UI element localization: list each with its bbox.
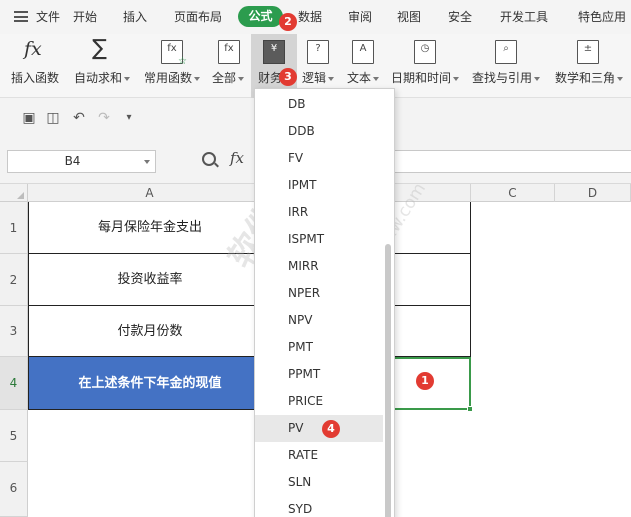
menu-item-price[interactable]: PRICE — [255, 388, 383, 415]
column-header-d[interactable]: D — [555, 184, 631, 202]
row-header-3[interactable]: 3 — [0, 306, 28, 357]
menu-bar: 文件 开始 插入 页面布局 公式 数据 审阅 视图 安全 开发工具 特色应用 — [0, 0, 631, 34]
all-functions-icon: fx — [218, 40, 240, 64]
lookup-label: 查找与引用 — [470, 69, 542, 86]
lookup-icon: ⌕ — [495, 40, 517, 64]
math-label: 数学和三角 — [551, 69, 627, 86]
common-functions-label: 常用函数 — [140, 69, 204, 86]
undo-icon[interactable]: ↶ — [71, 110, 87, 126]
print-preview-icon[interactable]: ◫ — [45, 110, 61, 126]
autosum-button[interactable]: ∑ 自动求和 — [70, 34, 134, 98]
menu-item-sln[interactable]: SLN — [255, 469, 383, 496]
redo-icon[interactable]: ↷ — [96, 110, 112, 126]
column-header-a[interactable]: A — [28, 184, 272, 202]
text-icon: A — [352, 40, 374, 64]
tab-home[interactable]: 开始 — [73, 8, 97, 25]
formula-input[interactable] — [395, 150, 631, 173]
tab-insert[interactable]: 插入 — [123, 8, 147, 25]
step-badge-1: 1 — [416, 372, 434, 390]
step-badge-3: 3 — [279, 68, 297, 86]
fx-icon: fx — [24, 38, 42, 60]
logic-label: 逻辑 — [298, 69, 338, 86]
row-header-2[interactable]: 2 — [0, 254, 28, 306]
row-header-6[interactable]: 6 — [0, 462, 28, 517]
tab-review[interactable]: 审阅 — [348, 8, 372, 25]
sigma-icon: ∑ — [92, 36, 107, 61]
row-header-5[interactable]: 5 — [0, 410, 28, 462]
customize-icon[interactable]: ▾ — [121, 110, 137, 126]
menu-item-irr[interactable]: IRR — [255, 199, 383, 226]
menu-item-db[interactable]: DB — [255, 91, 383, 118]
cell-b3[interactable] — [392, 306, 471, 357]
logic-icon: ? — [307, 40, 329, 64]
datetime-label: 日期和时间 — [389, 69, 461, 86]
menu-item-ppmt[interactable]: PPMT — [255, 361, 383, 388]
row-header-1[interactable]: 1 — [0, 202, 28, 254]
math-icon: ± — [577, 40, 599, 64]
menu-scrollbar[interactable] — [385, 244, 391, 517]
menu-icon[interactable] — [14, 11, 28, 22]
row-header-4[interactable]: 4 — [0, 357, 28, 410]
menu-item-ipmt[interactable]: IPMT — [255, 172, 383, 199]
fill-handle[interactable] — [467, 406, 473, 412]
menu-item-nper[interactable]: NPER — [255, 280, 383, 307]
menu-item-rate[interactable]: RATE — [255, 442, 383, 469]
cell-b2[interactable] — [392, 254, 471, 306]
menu-file[interactable]: 文件 — [36, 8, 60, 25]
insert-function-label: 插入函数 — [10, 71, 59, 85]
zoom-icon[interactable] — [202, 152, 216, 166]
math-button[interactable]: ± 数学和三角 — [551, 34, 627, 98]
select-all-corner[interactable] — [0, 184, 28, 202]
finance-function-menu: DB DDB FV IPMT IRR ISPMT MIRR NPER NPV PMT PPMT PRI… — [254, 88, 395, 517]
tab-security[interactable]: 安全 — [448, 8, 472, 25]
datetime-button[interactable]: ◷ 日期和时间 — [389, 34, 461, 98]
menu-item-mirr[interactable]: MIRR — [255, 253, 383, 280]
finance-book-icon: ¥ — [263, 40, 285, 64]
clock-icon: ◷ — [414, 40, 436, 64]
name-box[interactable]: B4 — [7, 150, 156, 173]
save-icon[interactable]: ▣ — [21, 110, 37, 126]
fx-icon[interactable]: fx — [230, 149, 244, 167]
step-badge-4: 4 — [322, 420, 340, 438]
menu-item-ispmt[interactable]: ISPMT — [255, 226, 383, 253]
common-functions-icon: fx ☆ — [161, 40, 187, 67]
step-badge-2: 2 — [279, 13, 297, 31]
chevron-down-icon[interactable] — [144, 160, 150, 164]
common-functions-button[interactable]: fx ☆ 常用函数 — [140, 34, 204, 98]
menu-item-fv[interactable]: FV — [255, 145, 383, 172]
autosum-label: 自动求和 — [70, 69, 134, 86]
cell-a3[interactable]: 付款月份数 — [28, 306, 272, 357]
tab-developer[interactable]: 开发工具 — [500, 8, 548, 25]
tab-data[interactable]: 数据 — [298, 8, 322, 25]
tab-page-layout[interactable]: 页面布局 — [174, 8, 222, 25]
menu-item-ddb[interactable]: DDB — [255, 118, 383, 145]
cell-a4[interactable]: 在上述条件下年金的现值 — [28, 357, 272, 410]
all-functions-label: 全部 — [208, 69, 248, 86]
tab-formula[interactable]: 公式 — [238, 6, 283, 27]
text-label: 文本 — [342, 69, 384, 86]
menu-item-npv[interactable]: NPV — [255, 307, 383, 334]
tab-special[interactable]: 特色应用 — [578, 8, 626, 25]
name-box-value: B4 — [64, 154, 81, 168]
menu-item-pv[interactable]: PV — [255, 415, 383, 442]
menu-item-pmt[interactable]: PMT — [255, 334, 383, 361]
menu-item-syd[interactable]: SYD — [255, 496, 383, 517]
all-functions-button[interactable]: fx 全部 — [208, 34, 248, 98]
insert-function-button[interactable]: fx 插入函数 — [4, 34, 66, 98]
tab-view[interactable]: 视图 — [397, 8, 421, 25]
lookup-button[interactable]: ⌕ 查找与引用 — [470, 34, 542, 98]
column-header-c[interactable]: C — [471, 184, 555, 202]
